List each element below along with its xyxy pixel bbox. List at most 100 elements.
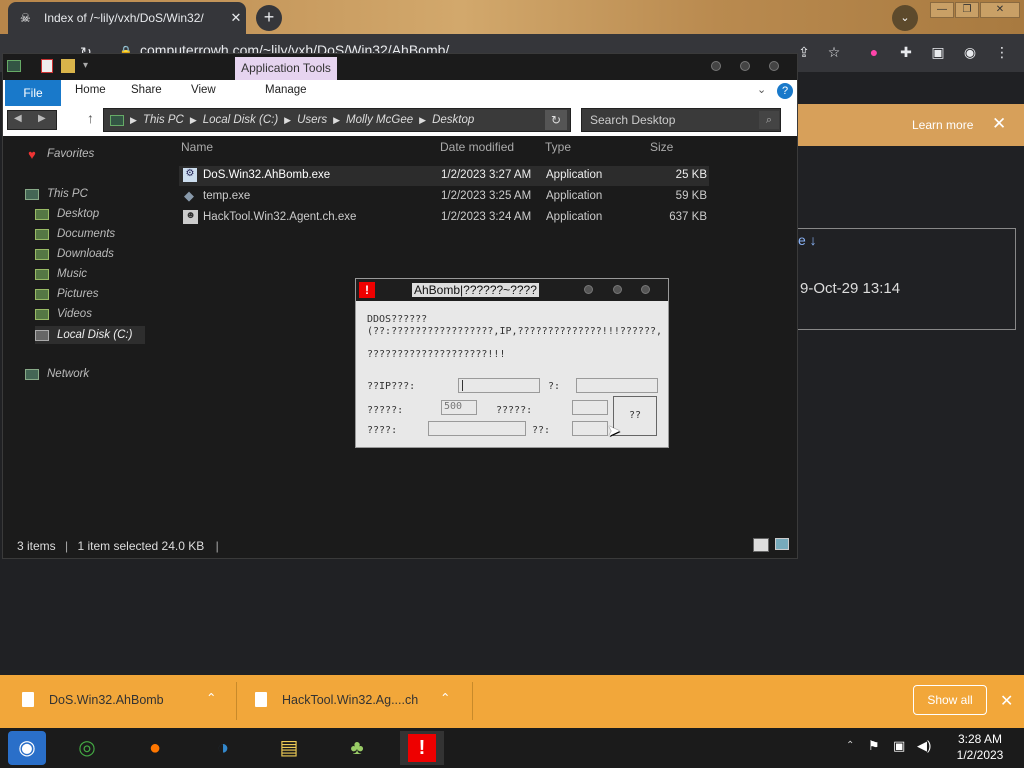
sidebar-item-local-disk[interactable]: Local Disk (C:)	[35, 326, 145, 344]
learn-more-link[interactable]: Learn more	[912, 118, 973, 132]
file-size: 59 KB	[675, 190, 707, 202]
properties-icon[interactable]	[41, 59, 53, 73]
minimize-button[interactable]: —	[930, 2, 954, 18]
explorer-maximize-button[interactable]	[740, 61, 750, 71]
forward-arrow-icon[interactable]: ▶	[38, 113, 46, 124]
tray-expand-icon[interactable]: ⌃	[846, 740, 854, 751]
download-item-name[interactable]: DoS.Win32.AhBomb	[49, 693, 164, 707]
sidebar-item-network[interactable]: Network	[25, 368, 89, 380]
port-input[interactable]	[576, 378, 658, 393]
breadcrumb-user[interactable]: Molly McGee	[346, 114, 413, 126]
tab-share[interactable]: Share	[131, 84, 162, 96]
show-all-button[interactable]: Show all	[913, 685, 987, 715]
file-explorer-taskbar-icon[interactable]: ▤	[270, 731, 308, 765]
listing-table	[796, 228, 1016, 330]
side-panel-icon[interactable]: ▣	[928, 42, 948, 62]
chrome-taskbar-icon[interactable]: ◎	[68, 731, 106, 765]
help-icon[interactable]: ?	[777, 83, 793, 99]
file-row[interactable]: ◆ temp.exe 1/2/2023 3:25 AM Application …	[179, 187, 709, 207]
path-separator-icon: ▶	[130, 114, 137, 125]
new-folder-icon[interactable]	[61, 59, 75, 73]
tab-title: Index of /~lily/vxh/DoS/Win32/	[44, 11, 204, 25]
back-arrow-icon[interactable]: ◀	[14, 113, 22, 124]
threads-input[interactable]: 500	[441, 400, 477, 415]
sidebar-item-videos[interactable]: Videos	[35, 308, 92, 320]
obama-logo-icon[interactable]: ◑	[204, 731, 242, 765]
network-tray-icon[interactable]: ▣	[893, 738, 905, 754]
dialog-maximize-button[interactable]	[613, 285, 622, 294]
status-separator: |	[65, 539, 69, 553]
tab-close-icon[interactable]: ✕	[226, 10, 246, 26]
file-row[interactable]: ☻ HackTool.Win32.Agent.ch.exe 1/2/2023 3…	[179, 208, 709, 228]
interval-input[interactable]	[572, 400, 608, 415]
new-tab-button[interactable]: +	[256, 5, 282, 31]
tab-manage[interactable]: Manage	[265, 84, 307, 96]
listing-link[interactable]: e ↓	[798, 232, 817, 248]
tab-search-icon[interactable]: ⌄	[892, 5, 918, 31]
dialog-close-button[interactable]	[641, 285, 650, 294]
tab-file[interactable]: File	[5, 80, 61, 106]
ahbomb-taskbar-icon[interactable]: !	[400, 731, 444, 765]
file-row[interactable]: ⚙ DoS.Win32.AhBomb.exe 1/2/2023 3:27 AM …	[179, 166, 709, 186]
refresh-icon[interactable]: ↻	[545, 110, 567, 130]
banner-close-icon[interactable]: ✕	[992, 114, 1006, 134]
tab-home[interactable]: Home	[75, 84, 106, 96]
close-downloads-icon[interactable]: ✕	[1000, 691, 1013, 711]
browser-tab[interactable]: ☠ Index of /~lily/vxh/DoS/Win32/ ✕	[8, 2, 246, 34]
file-icon	[255, 692, 267, 707]
download-item-name[interactable]: HackTool.Win32.Ag....ch	[282, 693, 418, 707]
search-icon[interactable]: ⌕	[759, 111, 779, 129]
back-forward-buttons[interactable]: ◀ ▶	[7, 110, 57, 130]
sidebar-item-this-pc[interactable]: This PC	[25, 188, 88, 200]
explorer-close-button[interactable]	[769, 61, 779, 71]
column-header-type[interactable]: Type	[545, 140, 571, 154]
status-bar: 3 items | 1 item selected 24.0 KB |	[17, 539, 219, 553]
breadcrumb-this-pc[interactable]: This PC	[143, 114, 184, 126]
action-center-flag-icon[interactable]: ⚑	[868, 738, 880, 754]
sidebar-item-music[interactable]: Music	[35, 268, 87, 280]
start-button-icon[interactable]: ◉	[8, 731, 46, 765]
sidebar-item-downloads[interactable]: Downloads	[35, 248, 114, 260]
heart-icon: ♥	[28, 146, 36, 162]
tab-view[interactable]: View	[191, 84, 216, 96]
system-clock[interactable]: 3:28 AM 1/2/2023	[940, 731, 1020, 763]
breadcrumb-local-disk[interactable]: Local Disk (C:)	[203, 114, 278, 126]
window-close-button[interactable]: ✕	[980, 2, 1020, 18]
search-input[interactable]: Search Desktop	[581, 108, 781, 132]
sidebar-item-pictures[interactable]: Pictures	[35, 288, 99, 300]
chevron-up-icon[interactable]: ⌃	[440, 690, 450, 705]
firefox-taskbar-icon[interactable]: ●	[136, 731, 174, 765]
network-people-icon[interactable]: ♣	[338, 731, 376, 765]
column-header-name[interactable]: Name	[181, 140, 213, 154]
details-view-icon[interactable]	[753, 538, 769, 552]
info-banner	[798, 104, 1024, 146]
ribbon-expand-icon[interactable]: ⌄	[757, 83, 766, 96]
extension-icon[interactable]: ●	[864, 42, 884, 62]
dialog-minimize-button[interactable]	[584, 285, 593, 294]
data-label: ????:	[367, 425, 398, 436]
sidebar-item-documents[interactable]: Documents	[35, 228, 115, 240]
column-header-size[interactable]: Size	[650, 140, 673, 154]
column-header-date[interactable]: Date modified	[440, 140, 514, 154]
sidebar-item-favorites[interactable]: ♥ Favorites	[25, 146, 94, 162]
profile-avatar-icon[interactable]: ◉	[960, 42, 980, 62]
breadcrumb-users[interactable]: Users	[297, 114, 327, 126]
chrome-menu-icon[interactable]: ⋮	[992, 42, 1012, 62]
chevron-up-icon[interactable]: ⌃	[206, 690, 216, 705]
maximize-button[interactable]: ❐	[955, 2, 979, 18]
large-icons-view-icon[interactable]	[775, 538, 789, 550]
address-path[interactable]: ▶ This PC ▶ Local Disk (C:) ▶ Users ▶ Mo…	[103, 108, 571, 132]
count-input[interactable]	[572, 421, 608, 436]
data-input[interactable]	[428, 421, 526, 436]
target-ip-input[interactable]	[458, 378, 540, 393]
quick-access-icon	[7, 60, 21, 72]
breadcrumb-desktop[interactable]: Desktop	[432, 114, 474, 126]
path-separator-icon: ▶	[419, 114, 427, 125]
customize-toolbar-icon[interactable]: ▾	[83, 60, 88, 71]
extensions-puzzle-icon[interactable]: ✚	[896, 42, 916, 62]
sidebar-item-desktop[interactable]: Desktop	[35, 208, 99, 220]
explorer-minimize-button[interactable]	[711, 61, 721, 71]
bookmark-star-icon[interactable]: ☆	[824, 42, 844, 62]
up-arrow-icon[interactable]: ↑	[87, 110, 94, 126]
volume-icon[interactable]: ◀)	[917, 738, 931, 754]
